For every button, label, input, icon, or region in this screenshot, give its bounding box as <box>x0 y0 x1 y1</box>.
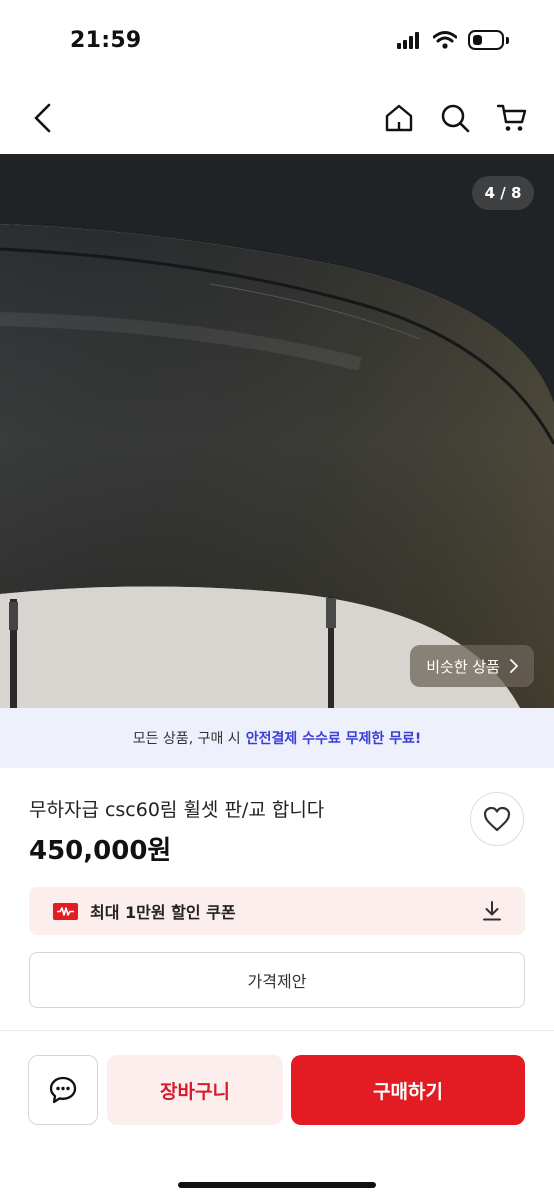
nav-bar <box>0 84 554 154</box>
chevron-right-icon <box>510 659 518 673</box>
product-title: 무하자급 csc60림 휠셋 판/교 합니다 <box>29 799 325 821</box>
cart-icon[interactable] <box>495 101 529 135</box>
similar-products-label: 비슷한 상품 <box>426 657 500 676</box>
wifi-icon <box>433 31 457 49</box>
coupon-label: 최대 1만원 할인 쿠폰 <box>90 903 236 922</box>
chat-icon <box>49 1076 77 1104</box>
coupon-banner[interactable]: 최대 1만원 할인 쿠폰 <box>29 887 525 935</box>
home-indicator <box>178 1182 376 1188</box>
like-button[interactable] <box>470 792 524 846</box>
image-counter: 4 / 8 <box>472 176 534 210</box>
status-time: 21:59 <box>70 28 142 53</box>
heart-icon <box>483 806 511 832</box>
price-offer-button[interactable]: 가격제안 <box>29 952 525 1008</box>
cellular-signal-icon <box>397 32 423 49</box>
product-image-carousel[interactable]: 4 / 8 비슷한 상품 <box>0 154 554 708</box>
promo-banner[interactable]: 모든 상품, 구매 시 안전결제 수수료 무제한 무료! <box>0 708 554 768</box>
similar-products-button[interactable]: 비슷한 상품 <box>410 645 534 687</box>
battery-icon <box>468 30 504 50</box>
wheel-photo <box>0 154 554 708</box>
home-icon[interactable] <box>382 101 416 135</box>
status-bar: 21:59 <box>0 0 554 84</box>
section-divider <box>0 1030 554 1031</box>
search-icon[interactable] <box>438 101 472 135</box>
back-icon[interactable] <box>26 101 60 135</box>
product-price: 450,000원 <box>29 836 172 866</box>
promo-text: 모든 상품, 구매 시 <box>132 731 241 747</box>
coupon-brand-icon <box>53 902 78 920</box>
promo-highlight: 안전결제 수수료 무제한 무료! <box>245 731 422 747</box>
add-to-cart-button[interactable]: 장바구니 <box>107 1055 283 1125</box>
download-icon[interactable] <box>481 900 503 922</box>
buy-now-button[interactable]: 구매하기 <box>291 1055 525 1125</box>
chat-button[interactable] <box>28 1055 98 1125</box>
